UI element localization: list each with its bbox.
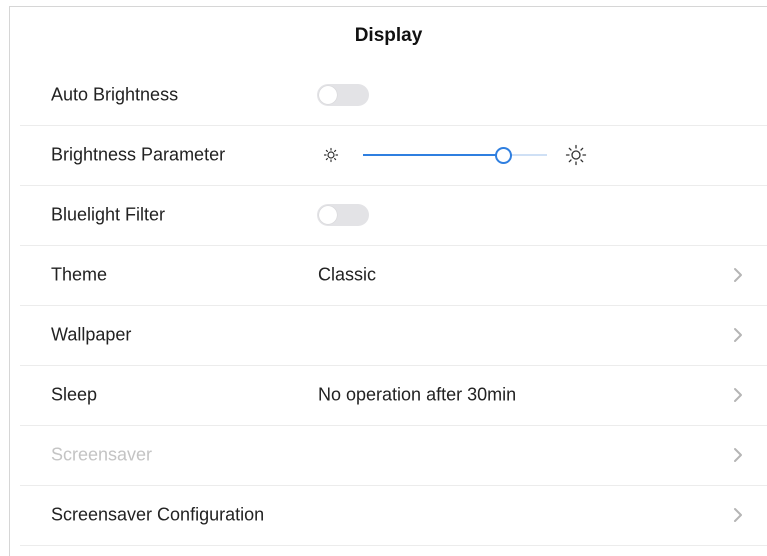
theme-value: Classic	[318, 264, 377, 285]
auto-brightness-toggle[interactable]	[317, 84, 369, 106]
theme-row[interactable]: Theme Classic	[20, 245, 767, 306]
auto-brightness-label: Auto Brightness	[51, 84, 179, 105]
brightness-parameter-label: Brightness Parameter	[51, 144, 226, 165]
chevron-right-icon	[734, 328, 742, 342]
screensaver-row: Screensaver	[20, 425, 767, 486]
screensaver-label: Screensaver	[51, 444, 153, 465]
brightness-parameter-row: Brightness Parameter	[20, 125, 767, 186]
wallpaper-label: Wallpaper	[51, 324, 132, 345]
chevron-right-icon	[734, 388, 742, 402]
sleep-value: No operation after 30min	[318, 384, 517, 405]
sleep-row[interactable]: Sleep No operation after 30min	[20, 365, 767, 426]
slider-fill	[363, 154, 503, 156]
toggle-knob	[319, 206, 337, 224]
chevron-right-icon	[734, 508, 742, 522]
chevron-right-icon	[734, 268, 742, 282]
display-settings-panel: Display Auto Brightness Brightness Param…	[9, 6, 767, 556]
theme-label: Theme	[51, 264, 108, 285]
sun-small-icon	[323, 147, 339, 163]
screensaver-configuration-label: Screensaver Configuration	[51, 504, 265, 525]
wallpaper-row[interactable]: Wallpaper	[20, 305, 767, 366]
auto-brightness-row: Auto Brightness	[20, 65, 767, 126]
sleep-label: Sleep	[51, 384, 98, 405]
screensaver-configuration-row[interactable]: Screensaver Configuration	[20, 485, 767, 546]
chevron-right-icon	[734, 448, 742, 462]
bluelight-filter-label: Bluelight Filter	[51, 204, 166, 225]
brightness-slider[interactable]	[363, 145, 547, 165]
page-title: Display	[354, 25, 423, 46]
slider-thumb[interactable]	[494, 147, 512, 164]
sun-large-icon	[565, 144, 587, 166]
bluelight-filter-toggle[interactable]	[317, 204, 369, 226]
bluelight-filter-row: Bluelight Filter	[20, 185, 767, 246]
toggle-knob	[319, 86, 337, 104]
